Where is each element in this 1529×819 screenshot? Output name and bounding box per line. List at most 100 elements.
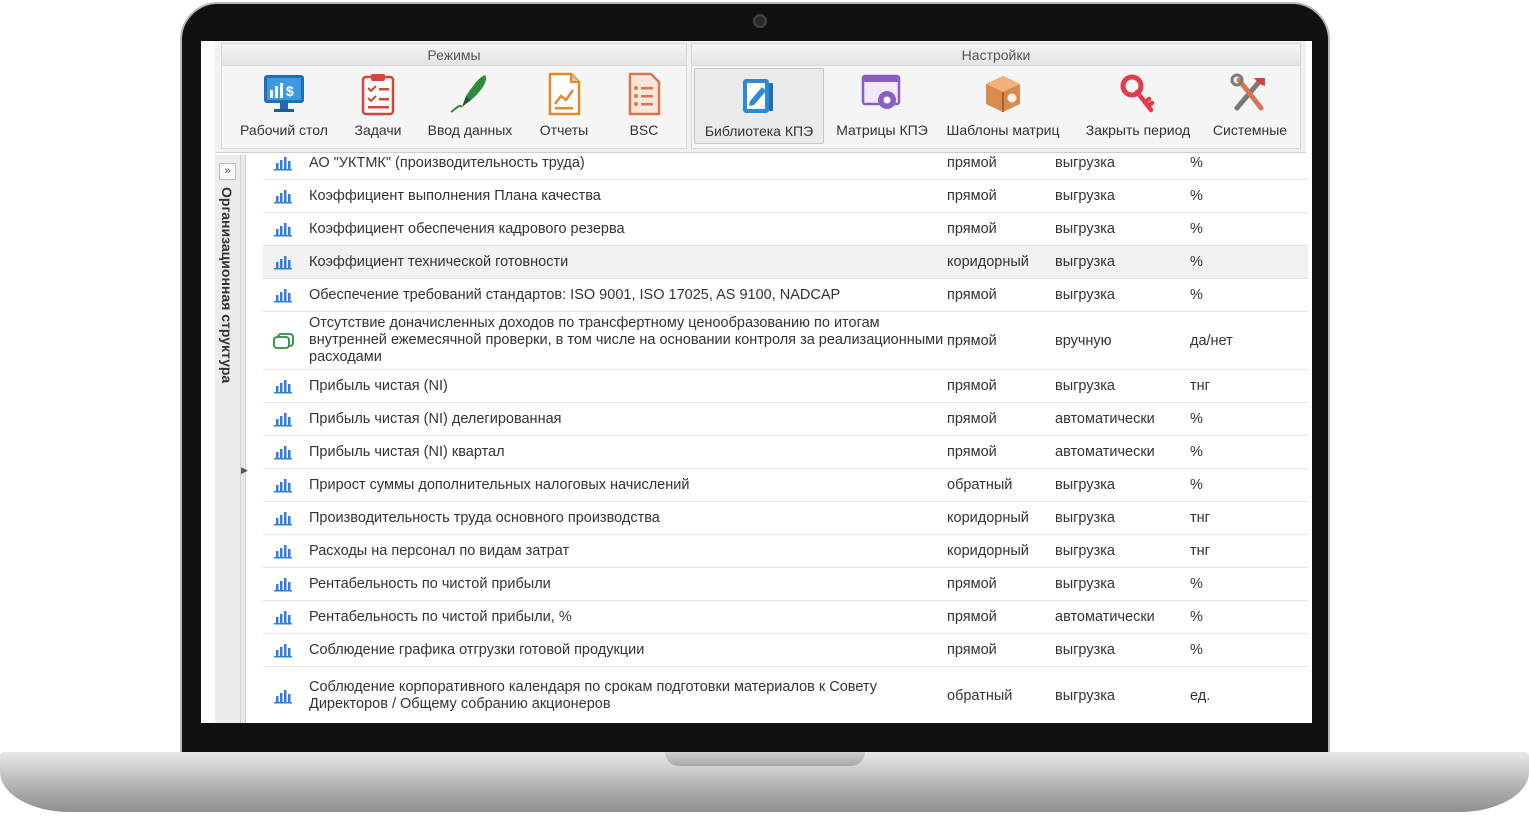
kpi-source: выгрузка bbox=[1055, 188, 1115, 204]
kpi-type: прямой bbox=[947, 642, 997, 658]
bsc-scorecard-icon bbox=[628, 72, 661, 116]
kpi-source: выгрузка bbox=[1055, 155, 1115, 171]
kpi-matrices-button[interactable]: Матрицы КПЭ bbox=[830, 68, 934, 144]
kpi-library-icon bbox=[743, 79, 773, 113]
expand-panel-button[interactable]: » bbox=[219, 163, 236, 180]
table-row[interactable]: Коэффициент обеспечения кадрового резерв… bbox=[263, 213, 1308, 246]
kpi-source: выгрузка bbox=[1055, 287, 1115, 303]
app-screen: Режимы $ Рабочий стол Задачи Ввод данных… bbox=[201, 41, 1312, 723]
matrix-templates-button[interactable]: Шаблоны матриц bbox=[940, 68, 1066, 144]
kpi-type: коридорный bbox=[947, 510, 1029, 526]
kpi-unit: % bbox=[1190, 609, 1203, 625]
kpi-source: выгрузка bbox=[1055, 221, 1115, 237]
table-row[interactable]: Расходы на персонал по видам затрат корид… bbox=[263, 535, 1308, 568]
bar-chart-icon bbox=[263, 155, 297, 171]
kpi-name: Прирост суммы дополнительных налоговых н… bbox=[309, 476, 690, 493]
bar-chart-icon bbox=[263, 510, 297, 526]
bar-chart-icon bbox=[263, 254, 297, 270]
bar-chart-icon bbox=[263, 477, 297, 493]
kpi-name: Рентабельность по чистой прибыли, % bbox=[309, 608, 572, 625]
kpi-type: прямой bbox=[947, 221, 997, 237]
kpi-unit: % bbox=[1190, 221, 1203, 237]
tools-icon bbox=[1230, 73, 1265, 111]
bsc-button[interactable]: BSC bbox=[606, 68, 682, 144]
table-row[interactable]: АО "УКТМК" (производительность труда) пря… bbox=[263, 147, 1308, 180]
kpi-type: обратный bbox=[947, 477, 1013, 493]
kpi-unit: тнг bbox=[1190, 378, 1210, 394]
settings-group-title: Настройки bbox=[692, 44, 1300, 66]
kpi-source: выгрузка bbox=[1055, 687, 1115, 704]
kpi-unit: % bbox=[1190, 287, 1203, 303]
org-structure-title[interactable]: Организационная структура bbox=[219, 187, 235, 383]
reports-button[interactable]: Отчеты bbox=[526, 68, 602, 144]
kpi-type: обратный bbox=[947, 687, 1013, 704]
panel-splitter[interactable]: ▶ bbox=[241, 155, 248, 723]
kpi-unit: % bbox=[1190, 411, 1203, 427]
table-row[interactable]: Отсутствие доначисленных доходов по тран… bbox=[263, 312, 1308, 370]
table-row[interactable]: Прирост суммы дополнительных налоговых н… bbox=[263, 469, 1308, 502]
table-row[interactable]: Соблюдение корпоративного календаря по с… bbox=[263, 667, 1308, 723]
bar-chart-icon bbox=[263, 287, 297, 303]
table-row[interactable]: Прибыль чистая (NI) делегированная прямой… bbox=[263, 403, 1308, 436]
splitter-arrow-icon[interactable]: ▶ bbox=[241, 465, 248, 476]
kpi-name: Коэффициент выполнения Плана качества bbox=[309, 187, 601, 204]
data-entry-label: Ввод данных bbox=[427, 122, 513, 138]
report-chart-icon bbox=[548, 72, 581, 116]
reports-label: Отчеты bbox=[539, 122, 589, 138]
table-row[interactable]: Прибыль чистая (NI) прямой выгрузка тнг bbox=[263, 370, 1308, 403]
settings-group: Настройки Библиотека КПЭ Матрицы КПЭ Шаб… bbox=[691, 43, 1301, 149]
kpi-type: прямой bbox=[947, 411, 997, 427]
org-structure-panel: » Организационная структура bbox=[215, 155, 241, 723]
kpi-unit: % bbox=[1190, 254, 1203, 270]
table-row[interactable]: Соблюдение графика отгрузки готовой прод… bbox=[263, 634, 1308, 667]
kpi-matrices-label: Матрицы КПЭ bbox=[836, 122, 928, 138]
kpi-name: АО "УКТМК" (производительность труда) bbox=[309, 154, 585, 171]
bar-chart-icon bbox=[263, 411, 297, 427]
tasks-button[interactable]: Задачи bbox=[340, 68, 416, 144]
kpi-type: прямой bbox=[947, 287, 997, 303]
table-row[interactable]: Производительность труда основного произ… bbox=[263, 502, 1308, 535]
kpi-name: Коэффициент технической готовности bbox=[309, 253, 569, 270]
modes-group-title: Режимы bbox=[222, 44, 686, 66]
table-row[interactable]: Рентабельность по чистой прибыли, % прямо… bbox=[263, 601, 1308, 634]
table-row[interactable]: Коэффициент технической готовности коридо… bbox=[263, 246, 1308, 279]
kpi-source: выгрузка bbox=[1055, 642, 1115, 658]
matrix-template-box-icon bbox=[986, 76, 1020, 112]
system-button[interactable]: Системные bbox=[1204, 68, 1296, 144]
kpi-unit: тнг bbox=[1190, 543, 1210, 559]
modes-group: Режимы $ Рабочий стол Задачи Ввод данных… bbox=[221, 43, 687, 149]
svg-text:$: $ bbox=[286, 83, 294, 99]
kpi-name: Соблюдение корпоративного календаря по с… bbox=[309, 678, 877, 712]
kpi-library-button[interactable]: Библиотека КПЭ bbox=[694, 68, 824, 144]
pen-data-entry-icon bbox=[450, 75, 487, 113]
kpi-type: прямой bbox=[947, 576, 997, 592]
table-row[interactable]: Обеспечение требований стандартов: ISO 9… bbox=[263, 279, 1308, 312]
table-row[interactable]: Рентабельность по чистой прибыли прямой вы… bbox=[263, 568, 1308, 601]
kpi-source: автоматически bbox=[1055, 444, 1155, 460]
desktop-button[interactable]: $ Рабочий стол bbox=[228, 68, 340, 144]
kpi-name: Прибыль чистая (NI) квартал bbox=[309, 443, 505, 460]
table-row[interactable]: Коэффициент выполнения Плана качества пря… bbox=[263, 180, 1308, 213]
kpi-unit: % bbox=[1190, 477, 1203, 493]
kpi-unit: % bbox=[1190, 188, 1203, 204]
data-entry-button[interactable]: Ввод данных bbox=[418, 68, 522, 144]
toggle-icon bbox=[263, 332, 297, 349]
kpi-source: автоматически bbox=[1055, 609, 1155, 625]
laptop-notch bbox=[665, 752, 865, 766]
kpi-type: прямой bbox=[947, 378, 997, 394]
kpi-unit: % bbox=[1190, 642, 1203, 658]
kpi-unit: тнг bbox=[1190, 510, 1210, 526]
close-period-label: Закрыть период bbox=[1085, 122, 1191, 138]
kpi-unit: % bbox=[1190, 576, 1203, 592]
table-row[interactable]: Прибыль чистая (NI) квартал прямой автомат… bbox=[263, 436, 1308, 469]
bar-chart-icon bbox=[263, 543, 297, 559]
kpi-name: Обеспечение требований стандартов: ISO 9… bbox=[309, 286, 841, 303]
kpi-unit: да/нет bbox=[1190, 332, 1233, 349]
kpi-table: АО "УКТМК" (производительность труда) пря… bbox=[263, 147, 1308, 723]
kpi-type: коридорный bbox=[947, 543, 1029, 559]
close-period-button[interactable]: Закрыть период bbox=[1078, 68, 1198, 144]
kpi-name: Расходы на персонал по видам затрат bbox=[309, 542, 570, 559]
kpi-source: выгрузка bbox=[1055, 378, 1115, 394]
kpi-type: прямой bbox=[947, 609, 997, 625]
bsc-label: BSC bbox=[629, 122, 659, 138]
